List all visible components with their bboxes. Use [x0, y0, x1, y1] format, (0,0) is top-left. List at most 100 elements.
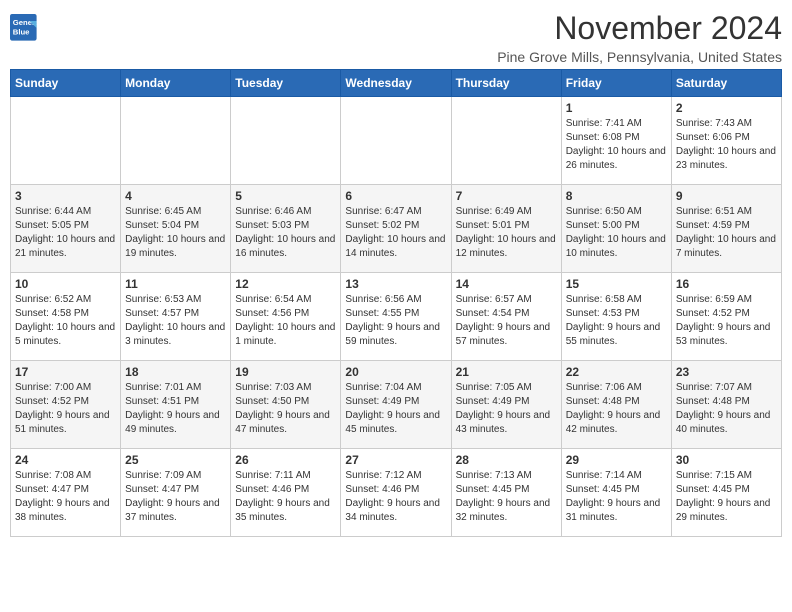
day-number: 17	[15, 365, 116, 379]
day-number: 30	[676, 453, 777, 467]
day-number: 6	[345, 189, 446, 203]
day-number: 1	[566, 101, 667, 115]
calendar-cell: 15 Sunrise: 6:58 AM Sunset: 4:53 PM Dayli…	[561, 273, 671, 361]
weekday-header-friday: Friday	[561, 70, 671, 97]
day-info: Sunrise: 6:50 AM Sunset: 5:00 PM Dayligh…	[566, 205, 667, 261]
day-info: Sunrise: 7:07 AM Sunset: 4:48 PM Dayligh…	[676, 381, 777, 437]
calendar-cell: 19 Sunrise: 7:03 AM Sunset: 4:50 PM Dayli…	[231, 361, 341, 449]
day-info: Sunrise: 6:45 AM Sunset: 5:04 PM Dayligh…	[125, 205, 226, 261]
weekday-header-thursday: Thursday	[451, 70, 561, 97]
day-number: 3	[15, 189, 116, 203]
calendar-cell: 9 Sunrise: 6:51 AM Sunset: 4:59 PM Daylig…	[671, 185, 781, 273]
calendar-cell	[341, 97, 451, 185]
day-number: 10	[15, 277, 116, 291]
day-info: Sunrise: 7:09 AM Sunset: 4:47 PM Dayligh…	[125, 469, 226, 525]
day-info: Sunrise: 6:59 AM Sunset: 4:52 PM Dayligh…	[676, 293, 777, 349]
calendar-cell: 5 Sunrise: 6:46 AM Sunset: 5:03 PM Daylig…	[231, 185, 341, 273]
calendar-cell: 7 Sunrise: 6:49 AM Sunset: 5:01 PM Daylig…	[451, 185, 561, 273]
day-number: 15	[566, 277, 667, 291]
day-number: 20	[345, 365, 446, 379]
calendar-header-row: SundayMondayTuesdayWednesdayThursdayFrid…	[11, 70, 782, 97]
day-number: 4	[125, 189, 226, 203]
day-info: Sunrise: 7:13 AM Sunset: 4:45 PM Dayligh…	[456, 469, 557, 525]
day-number: 11	[125, 277, 226, 291]
day-number: 7	[456, 189, 557, 203]
day-number: 18	[125, 365, 226, 379]
calendar-cell: 2 Sunrise: 7:43 AM Sunset: 6:06 PM Daylig…	[671, 97, 781, 185]
day-info: Sunrise: 6:46 AM Sunset: 5:03 PM Dayligh…	[235, 205, 336, 261]
calendar-cell: 21 Sunrise: 7:05 AM Sunset: 4:49 PM Dayli…	[451, 361, 561, 449]
day-number: 26	[235, 453, 336, 467]
weekday-header-monday: Monday	[121, 70, 231, 97]
calendar-cell	[451, 97, 561, 185]
day-number: 2	[676, 101, 777, 115]
day-number: 9	[676, 189, 777, 203]
calendar-cell: 28 Sunrise: 7:13 AM Sunset: 4:45 PM Dayli…	[451, 449, 561, 537]
day-number: 29	[566, 453, 667, 467]
day-info: Sunrise: 7:04 AM Sunset: 4:49 PM Dayligh…	[345, 381, 446, 437]
day-info: Sunrise: 7:03 AM Sunset: 4:50 PM Dayligh…	[235, 381, 336, 437]
day-number: 24	[15, 453, 116, 467]
day-info: Sunrise: 6:54 AM Sunset: 4:56 PM Dayligh…	[235, 293, 336, 349]
calendar-cell: 22 Sunrise: 7:06 AM Sunset: 4:48 PM Dayli…	[561, 361, 671, 449]
calendar-week-row: 24 Sunrise: 7:08 AM Sunset: 4:47 PM Dayli…	[11, 449, 782, 537]
day-number: 22	[566, 365, 667, 379]
location-subtitle: Pine Grove Mills, Pennsylvania, United S…	[497, 49, 782, 65]
calendar-week-row: 3Sunrise: 6:44 AM Sunset: 5:05 PM Daylig…	[11, 185, 782, 273]
day-info: Sunrise: 7:41 AM Sunset: 6:08 PM Dayligh…	[566, 117, 667, 173]
calendar-cell: 4 Sunrise: 6:45 AM Sunset: 5:04 PM Daylig…	[121, 185, 231, 273]
calendar-cell	[231, 97, 341, 185]
day-number: 19	[235, 365, 336, 379]
calendar-cell: 3Sunrise: 6:44 AM Sunset: 5:05 PM Daylig…	[11, 185, 121, 273]
calendar-week-row: 17 Sunrise: 7:00 AM Sunset: 4:52 PM Dayli…	[11, 361, 782, 449]
day-info: Sunrise: 6:56 AM Sunset: 4:55 PM Dayligh…	[345, 293, 446, 349]
day-number: 23	[676, 365, 777, 379]
day-info: Sunrise: 7:06 AM Sunset: 4:48 PM Dayligh…	[566, 381, 667, 437]
calendar-cell	[11, 97, 121, 185]
weekday-header-tuesday: Tuesday	[231, 70, 341, 97]
day-info: Sunrise: 6:47 AM Sunset: 5:02 PM Dayligh…	[345, 205, 446, 261]
day-info: Sunrise: 6:58 AM Sunset: 4:53 PM Dayligh…	[566, 293, 667, 349]
calendar-cell: 14 Sunrise: 6:57 AM Sunset: 4:54 PM Dayli…	[451, 273, 561, 361]
calendar-cell: 25 Sunrise: 7:09 AM Sunset: 4:47 PM Dayli…	[121, 449, 231, 537]
svg-text:Blue: Blue	[13, 27, 30, 36]
logo: General Blue	[10, 14, 38, 42]
day-info: Sunrise: 7:14 AM Sunset: 4:45 PM Dayligh…	[566, 469, 667, 525]
calendar-cell: 27Sunrise: 7:12 AM Sunset: 4:46 PM Dayli…	[341, 449, 451, 537]
calendar-cell: 18 Sunrise: 7:01 AM Sunset: 4:51 PM Dayli…	[121, 361, 231, 449]
calendar-cell: 1 Sunrise: 7:41 AM Sunset: 6:08 PM Daylig…	[561, 97, 671, 185]
calendar-cell	[121, 97, 231, 185]
weekday-header-sunday: Sunday	[11, 70, 121, 97]
calendar-cell: 12 Sunrise: 6:54 AM Sunset: 4:56 PM Dayli…	[231, 273, 341, 361]
calendar-cell: 26 Sunrise: 7:11 AM Sunset: 4:46 PM Dayli…	[231, 449, 341, 537]
calendar-cell: 20 Sunrise: 7:04 AM Sunset: 4:49 PM Dayli…	[341, 361, 451, 449]
calendar-cell: 16Sunrise: 6:59 AM Sunset: 4:52 PM Dayli…	[671, 273, 781, 361]
day-number: 21	[456, 365, 557, 379]
day-number: 14	[456, 277, 557, 291]
day-info: Sunrise: 6:49 AM Sunset: 5:01 PM Dayligh…	[456, 205, 557, 261]
calendar-cell: 10 Sunrise: 6:52 AM Sunset: 4:58 PM Dayli…	[11, 273, 121, 361]
day-info: Sunrise: 7:11 AM Sunset: 4:46 PM Dayligh…	[235, 469, 336, 525]
day-number: 5	[235, 189, 336, 203]
day-info: Sunrise: 7:00 AM Sunset: 4:52 PM Dayligh…	[15, 381, 116, 437]
day-info: Sunrise: 6:51 AM Sunset: 4:59 PM Dayligh…	[676, 205, 777, 261]
day-info: Sunrise: 6:57 AM Sunset: 4:54 PM Dayligh…	[456, 293, 557, 349]
weekday-header-saturday: Saturday	[671, 70, 781, 97]
logo-icon: General Blue	[10, 14, 38, 42]
calendar-cell: 24 Sunrise: 7:08 AM Sunset: 4:47 PM Dayli…	[11, 449, 121, 537]
day-number: 25	[125, 453, 226, 467]
calendar-cell: 11 Sunrise: 6:53 AM Sunset: 4:57 PM Dayli…	[121, 273, 231, 361]
day-number: 13	[345, 277, 446, 291]
day-info: Sunrise: 7:08 AM Sunset: 4:47 PM Dayligh…	[15, 469, 116, 525]
day-info: Sunrise: 7:12 AM Sunset: 4:46 PM Dayligh…	[345, 469, 446, 525]
day-info: Sunrise: 6:53 AM Sunset: 4:57 PM Dayligh…	[125, 293, 226, 349]
day-info: Sunrise: 6:52 AM Sunset: 4:58 PM Dayligh…	[15, 293, 116, 349]
page-header: General Blue November 2024 Pine Grove Mi…	[10, 10, 782, 65]
day-info: Sunrise: 7:01 AM Sunset: 4:51 PM Dayligh…	[125, 381, 226, 437]
day-info: Sunrise: 7:43 AM Sunset: 6:06 PM Dayligh…	[676, 117, 777, 173]
day-info: Sunrise: 7:05 AM Sunset: 4:49 PM Dayligh…	[456, 381, 557, 437]
calendar-table: SundayMondayTuesdayWednesdayThursdayFrid…	[10, 69, 782, 537]
day-number: 12	[235, 277, 336, 291]
day-number: 28	[456, 453, 557, 467]
calendar-cell: 30Sunrise: 7:15 AM Sunset: 4:45 PM Dayli…	[671, 449, 781, 537]
